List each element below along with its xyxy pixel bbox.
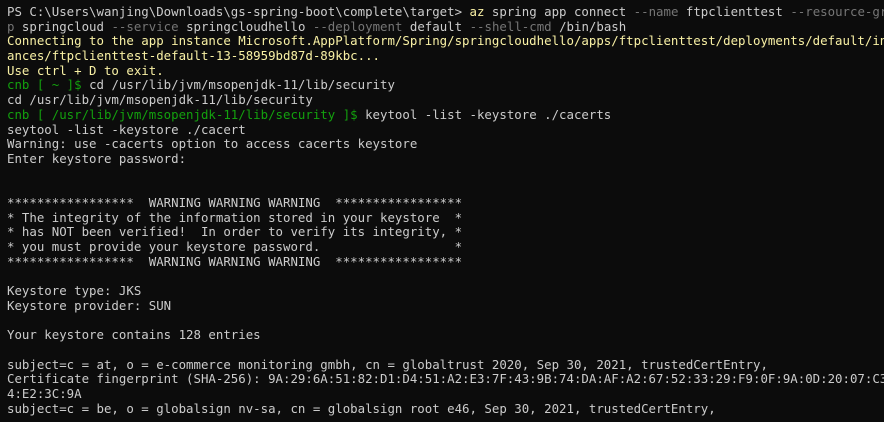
terminal-text-segment: * has NOT been verified! In order to ver… xyxy=(7,225,463,240)
terminal-text-segment: cnb [ ~ ]$ xyxy=(7,78,90,93)
terminal-line: cnb [ /usr/lib/jvm/msopenjdk-11/lib/secu… xyxy=(7,108,884,123)
terminal-line: subject=c = at, o = e-commerce monitorin… xyxy=(7,358,884,373)
terminal-text-segment: spring app connect xyxy=(491,5,634,19)
terminal-text-segment: subject=c = be, o = globalsign nv-sa, cn… xyxy=(7,401,716,416)
terminal-text-segment: cd /usr/lib/jvm/msopenjdk-11/lib/securit… xyxy=(7,93,313,108)
terminal-text-segment: --service xyxy=(111,19,187,34)
terminal-text-segment: ances/ftpclienttest-default-13-58959bd87… xyxy=(7,49,380,64)
terminal-line: 4:E2:3C:9A xyxy=(7,387,884,402)
terminal-text-segment: 4:E2:3C:9A xyxy=(7,386,82,401)
terminal-text-segment: keytool -list -keystore ./cacerts xyxy=(365,107,612,122)
terminal-line: ***************** WARNING WARNING WARNIN… xyxy=(7,255,884,270)
terminal-line: Use ctrl + D to exit. xyxy=(7,64,884,79)
terminal-line: Warning: use -cacerts option to access c… xyxy=(7,137,884,152)
terminal-text-segment: p xyxy=(7,19,22,34)
terminal-text-segment: Connecting to the app instance Microsoft… xyxy=(7,34,884,49)
terminal-text-segment: az xyxy=(469,5,492,19)
terminal-text-segment: subject=c = at, o = e-commerce monitorin… xyxy=(7,357,768,372)
terminal-line: Keystore provider: SUN xyxy=(7,299,884,314)
terminal-text-segment: Your keystore contains 128 entries xyxy=(7,328,261,343)
terminal-line: Keystore type: JKS xyxy=(7,284,884,299)
terminal-text-segment: Warning: use -cacerts option to access c… xyxy=(7,137,418,152)
terminal-line: cd /usr/lib/jvm/msopenjdk-11/lib/securit… xyxy=(7,93,884,108)
terminal-text-segment: --resource-grou xyxy=(790,5,884,19)
terminal-line: p springcloud --service springcloudhello… xyxy=(7,20,884,35)
terminal-text-segment: springcloudhello xyxy=(186,19,313,34)
terminal-text-segment: seytool -list -keystore ./cacert xyxy=(7,122,246,137)
terminal-line: seytool -list -keystore ./cacert xyxy=(7,123,884,138)
terminal-text-segment: ftpclienttest xyxy=(685,5,791,19)
terminal-line: PS C:\Users\wanjing\Downloads\gs-spring-… xyxy=(7,5,884,20)
terminal-line: Your keystore contains 128 entries xyxy=(7,328,884,343)
terminal-text-segment: cd /usr/lib/jvm/msopenjdk-11/lib/securit… xyxy=(89,78,395,93)
terminal-line: ances/ftpclienttest-default-13-58959bd87… xyxy=(7,49,884,64)
terminal-line: cnb [ ~ ]$ cd /usr/lib/jvm/msopenjdk-11/… xyxy=(7,78,884,93)
terminal-line: * you must provide your keystore passwor… xyxy=(7,240,884,255)
terminal-line: Certificate fingerprint (SHA-256): 9A:29… xyxy=(7,372,884,387)
terminal-text-segment: springcloud xyxy=(21,19,112,34)
terminal-text-segment: Enter keystore password: xyxy=(7,151,187,166)
terminal-text-segment: Keystore provider: SUN xyxy=(7,298,172,313)
terminal-text-segment: ***************** WARNING WARNING WARNIN… xyxy=(7,195,463,210)
terminal-line: * The integrity of the information store… xyxy=(7,211,884,226)
terminal-line: ***************** WARNING WARNING WARNIN… xyxy=(7,196,884,211)
terminal-text-segment: * you must provide your keystore passwor… xyxy=(7,240,463,254)
terminal-text-segment: * The integrity of the information store… xyxy=(7,210,463,225)
terminal-text-segment: PS C:\Users\wanjing\Downloads\gs-spring-… xyxy=(7,5,470,19)
terminal-window[interactable]: PS C:\Users\wanjing\Downloads\gs-spring-… xyxy=(0,0,884,422)
terminal-text-segment: cnb [ /usr/lib/jvm/msopenjdk-11/lib/secu… xyxy=(7,107,366,122)
terminal-line: subject=c = be, o = globalsign nv-sa, cn… xyxy=(7,402,884,417)
terminal-text-segment: ***************** WARNING WARNING WARNIN… xyxy=(7,254,463,269)
terminal-text-segment: --name xyxy=(633,5,686,19)
terminal-text-segment: Keystore type: JKS xyxy=(7,284,142,299)
terminal-text-segment: /bin/bash xyxy=(559,19,627,34)
terminal-text-segment: --shell-cmd xyxy=(469,19,560,34)
terminal-line: Enter keystore password: xyxy=(7,152,884,167)
terminal-text-segment: --deployment xyxy=(312,19,410,34)
terminal-line: * has NOT been verified! In order to ver… xyxy=(7,225,884,240)
terminal-line: Connecting to the app instance Microsoft… xyxy=(7,34,884,49)
terminal-text-segment: Use ctrl + D to exit. xyxy=(7,63,164,78)
terminal-text-segment: default xyxy=(409,19,470,34)
terminal-text-segment: Certificate fingerprint (SHA-256): 9A:29… xyxy=(7,372,884,387)
